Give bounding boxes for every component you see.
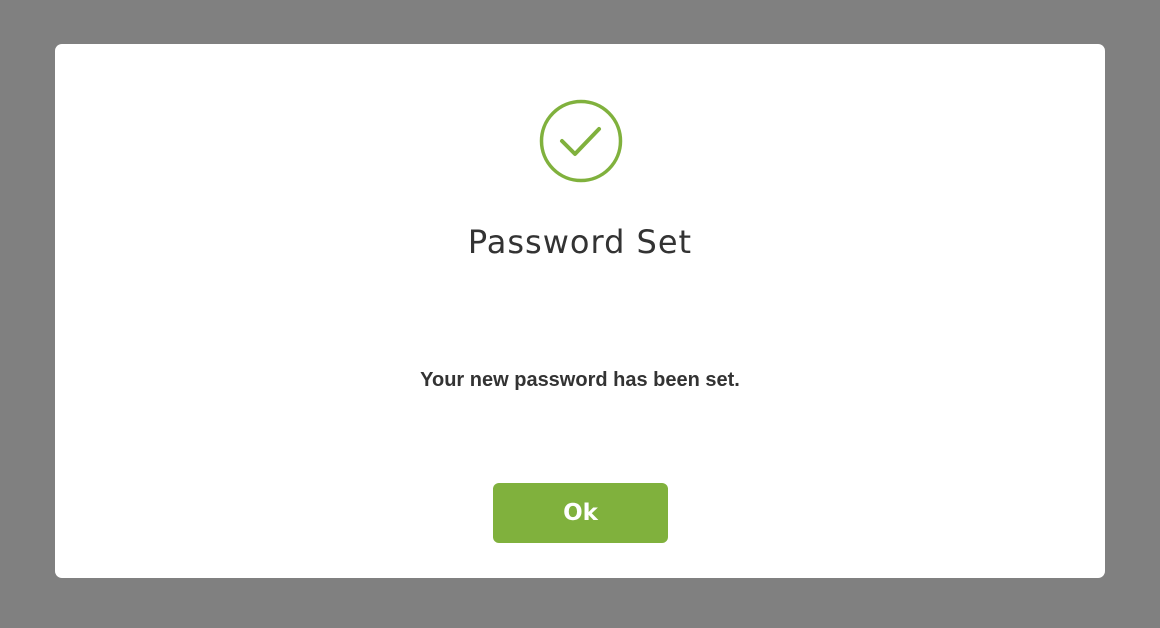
check-circle-icon (539, 99, 623, 183)
success-dialog: Password Set Your new password has been … (55, 44, 1105, 578)
ok-button[interactable]: Ok (493, 483, 668, 543)
dialog-title: Password Set (467, 223, 693, 261)
dialog-message: Your new password has been set. (420, 369, 740, 391)
